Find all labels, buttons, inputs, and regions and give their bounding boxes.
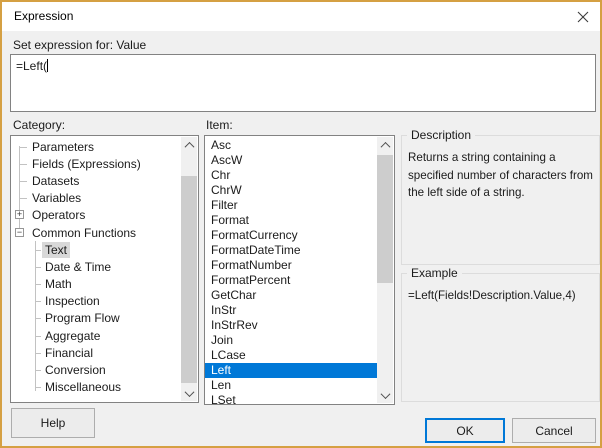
list-item-join[interactable]: Join <box>205 333 377 348</box>
item-scrollbar[interactable] <box>377 137 393 403</box>
tree-item-program-flow[interactable]: Program Flow <box>11 310 181 327</box>
expression-dialog: Expression Set expression for: Value =Le… <box>0 0 602 448</box>
tree-item-datasets[interactable]: Datasets <box>11 172 181 189</box>
tree-item-conversion[interactable]: Conversion <box>11 361 181 378</box>
expression-text: =Left( <box>16 59 48 73</box>
list-item-getchar[interactable]: GetChar <box>205 288 377 303</box>
category-tree: Parameters Fields (Expressions) Datasets Va… <box>10 135 199 403</box>
cancel-button[interactable]: Cancel <box>512 418 596 443</box>
titlebar[interactable]: Expression <box>2 2 600 31</box>
tree-item-common-functions[interactable]: − Common Functions <box>11 224 181 241</box>
tree-item-variables[interactable]: Variables <box>11 190 181 207</box>
tree-item-label: Date & Time <box>45 259 112 274</box>
scroll-down-icon[interactable] <box>377 387 393 403</box>
tree-item-label: Fields (Expressions) <box>32 156 141 171</box>
close-icon[interactable] <box>575 9 591 25</box>
tree-item-label: Parameters <box>32 139 95 154</box>
tree-item-math[interactable]: Math <box>11 276 181 293</box>
expand-icon[interactable]: + <box>15 210 24 220</box>
list-item-format[interactable]: Format <box>205 213 377 228</box>
list-item-lset[interactable]: LSet <box>205 393 377 404</box>
list-item-formatpercent[interactable]: FormatPercent <box>205 273 377 288</box>
category-scrollbar[interactable] <box>181 137 197 401</box>
tree-item-label: Conversion <box>45 363 106 378</box>
tree-item-aggregate[interactable]: Aggregate <box>11 327 181 344</box>
description-groupbox: Description Returns a string containing … <box>401 128 600 265</box>
list-item-asc[interactable]: Asc <box>205 138 377 153</box>
tree-item-label: Aggregate <box>45 328 101 343</box>
tree-item-label: Text <box>42 241 71 258</box>
list-item-chrw[interactable]: ChrW <box>205 183 377 198</box>
help-button[interactable]: Help <box>11 408 95 438</box>
tree-item-label: Operators <box>32 208 86 223</box>
tree-item-label: Inspection <box>45 294 100 309</box>
text-caret <box>47 59 49 72</box>
tree-item-label: Common Functions <box>32 225 137 240</box>
tree-item-label: Financial <box>45 345 94 360</box>
tree-item-label: Datasets <box>32 173 80 188</box>
tree-item-fields-expressions[interactable]: Fields (Expressions) <box>11 155 181 172</box>
scroll-up-icon[interactable] <box>377 137 393 153</box>
tree-item-label: Variables <box>32 191 82 206</box>
list-item-instr[interactable]: InStr <box>205 303 377 318</box>
list-item-chr[interactable]: Chr <box>205 168 377 183</box>
tree-item-financial[interactable]: Financial <box>11 344 181 361</box>
tree-item-inspection[interactable]: Inspection <box>11 293 181 310</box>
tree-item-date-time[interactable]: Date & Time <box>11 258 181 275</box>
list-item-formatnumber[interactable]: FormatNumber <box>205 258 377 273</box>
item-label: Item: <box>206 118 233 132</box>
category-label: Category: <box>13 118 66 132</box>
tree-item-operators[interactable]: + Operators <box>11 207 181 224</box>
ok-button[interactable]: OK <box>425 418 505 443</box>
list-item-filter[interactable]: Filter <box>205 198 377 213</box>
tree-item-parameters[interactable]: Parameters <box>11 138 181 155</box>
tree-item-miscellaneous[interactable]: Miscellaneous <box>11 379 181 396</box>
scroll-down-icon[interactable] <box>181 385 197 401</box>
scrollbar-thumb[interactable] <box>181 176 197 383</box>
list-item-ascw[interactable]: AscW <box>205 153 377 168</box>
tree-item-label: Miscellaneous <box>45 380 122 395</box>
item-list: Asc AscW Chr ChrW Filter Format FormatCurrency… <box>204 135 395 405</box>
tree-item-text[interactable]: Text <box>11 241 181 258</box>
example-code: =Left(Fields!Description.Value,4) <box>408 289 576 302</box>
list-item-formatdatetime[interactable]: FormatDateTime <box>205 243 377 258</box>
list-item-formatcurrency[interactable]: FormatCurrency <box>205 228 377 243</box>
tree-connector-line <box>19 146 20 233</box>
description-heading: Description <box>407 128 476 142</box>
example-heading: Example <box>407 266 462 280</box>
expression-input[interactable]: =Left( <box>10 54 596 112</box>
scrollbar-thumb[interactable] <box>377 155 393 283</box>
list-item-len[interactable]: Len <box>205 378 377 393</box>
tree-connector-line <box>35 241 36 391</box>
collapse-icon[interactable]: − <box>15 227 24 237</box>
set-expression-for-label: Set expression for: Value <box>13 38 147 52</box>
tree-item-label: Math <box>45 277 72 292</box>
dialog-title: Expression <box>14 9 74 23</box>
scroll-up-icon[interactable] <box>181 137 197 153</box>
list-item-left[interactable]: Left <box>205 363 377 378</box>
list-item-lcase[interactable]: LCase <box>205 348 377 363</box>
example-groupbox: Example =Left(Fields!Description.Value,4… <box>401 266 600 402</box>
description-text: Returns a string containing a specified … <box>408 151 593 199</box>
tree-item-label: Program Flow <box>45 311 120 326</box>
list-item-instrrev[interactable]: InStrRev <box>205 318 377 333</box>
